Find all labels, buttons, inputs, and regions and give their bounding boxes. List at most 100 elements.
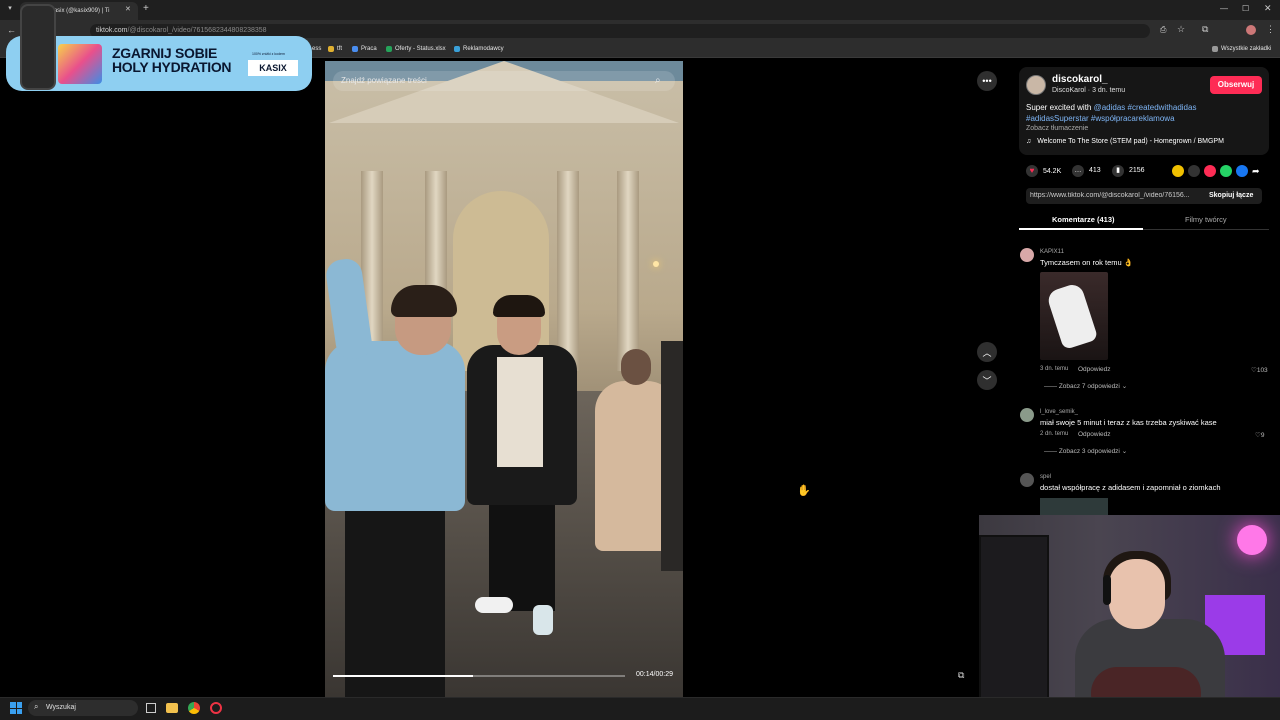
comment-like[interactable]: ♡9 bbox=[1255, 431, 1264, 439]
creator-avatar[interactable] bbox=[1026, 75, 1046, 95]
next-video-button[interactable]: ﹀ bbox=[977, 370, 997, 390]
mini-player-icon[interactable]: ⧉ bbox=[958, 670, 964, 681]
comment-time: 3 dn. temu bbox=[1040, 366, 1069, 372]
comment-avatar[interactable] bbox=[1020, 408, 1034, 422]
comment-like[interactable]: ♡103 bbox=[1251, 366, 1268, 374]
whatsapp-icon[interactable] bbox=[1220, 165, 1232, 177]
streamer-face bbox=[1109, 559, 1165, 629]
share-repost-icon[interactable] bbox=[1172, 165, 1184, 177]
install-icon[interactable]: ⎙ bbox=[1160, 25, 1166, 35]
column bbox=[617, 171, 639, 371]
embed-icon[interactable] bbox=[1188, 165, 1200, 177]
all-bookmarks[interactable]: Wszystkie zakładki bbox=[1212, 46, 1271, 52]
comment-username[interactable]: KAPIX11 bbox=[1040, 249, 1064, 255]
bookmark-oferty[interactable]: Oferty - Status.xlsx bbox=[386, 46, 446, 52]
close-tab-icon[interactable]: ✕ bbox=[125, 5, 131, 13]
active-tab-indicator bbox=[1019, 228, 1143, 230]
profile-avatar[interactable] bbox=[1246, 25, 1256, 35]
video-progress-bar[interactable] bbox=[333, 675, 625, 677]
bookmark-praca[interactable]: Praca bbox=[352, 46, 377, 52]
comment-username[interactable]: spel bbox=[1040, 474, 1051, 480]
bookmark-star-icon[interactable]: ☆ bbox=[1177, 24, 1185, 35]
see-translation-link[interactable]: Zobacz tłumaczenie bbox=[1026, 125, 1088, 132]
comment-avatar[interactable] bbox=[1020, 473, 1034, 487]
search-placeholder: Znajdź powiązane treści bbox=[341, 76, 427, 85]
maximize-button[interactable]: ☐ bbox=[1242, 4, 1249, 13]
column bbox=[557, 171, 579, 371]
mouse-cursor: ✋ bbox=[797, 485, 811, 497]
windows-start-icon[interactable] bbox=[10, 702, 22, 714]
bookmark-icon: ▮ bbox=[1112, 165, 1124, 177]
comment-image[interactable] bbox=[1040, 498, 1108, 515]
previous-video-button[interactable]: ︿ bbox=[977, 342, 997, 362]
tab-creator-videos[interactable]: Filmy twórcy bbox=[1185, 215, 1227, 224]
share-icons: ➦ bbox=[1172, 165, 1260, 177]
bookmark-reklamodawcy[interactable]: Reklamodawcy bbox=[454, 46, 504, 52]
heart-icon: ♥ bbox=[1026, 165, 1038, 177]
ad-headline-line1: ZGARNIJ SOBIE bbox=[112, 45, 218, 61]
bookmark-tft[interactable]: tft bbox=[328, 46, 342, 52]
comment-button[interactable]: … 413 bbox=[1072, 165, 1101, 177]
tab-comments[interactable]: Komentarze (413) bbox=[1052, 215, 1115, 224]
close-window-button[interactable]: ✕ bbox=[1264, 3, 1272, 14]
man1-hair bbox=[391, 285, 457, 317]
sneaker bbox=[475, 597, 513, 613]
street-lamp bbox=[653, 261, 659, 267]
bookmark-icon bbox=[328, 46, 334, 52]
bookmark-label: tft bbox=[337, 46, 343, 52]
comment-text: dostał współpracę z adidasem i zapomniał… bbox=[1040, 483, 1221, 492]
comment-image[interactable] bbox=[1040, 272, 1108, 360]
copy-link-button[interactable]: Skopiuj łącze bbox=[1209, 192, 1253, 199]
chrome-icon[interactable] bbox=[188, 702, 200, 714]
file-explorer-icon[interactable] bbox=[166, 703, 178, 713]
save-button[interactable]: ▮ 2156 bbox=[1112, 165, 1145, 177]
tab-list-button[interactable]: ▾ bbox=[4, 4, 16, 16]
taskbar-search[interactable]: Wyszukaj bbox=[28, 700, 138, 716]
follow-button[interactable]: Obserwuj bbox=[1210, 76, 1262, 94]
task-view-icon[interactable] bbox=[146, 703, 156, 713]
new-tab-button[interactable]: + bbox=[143, 3, 149, 14]
man1-legs bbox=[345, 501, 445, 697]
creator-username[interactable]: discokarol_ bbox=[1052, 74, 1108, 85]
url-host: tiktok.com bbox=[96, 27, 128, 34]
comment-like-count: 9 bbox=[1260, 432, 1265, 439]
video-progress-fill bbox=[333, 675, 474, 677]
search-icon[interactable]: ⌕ bbox=[655, 75, 661, 86]
like-button[interactable]: ♥ 54.2K bbox=[1026, 165, 1061, 177]
bookmark-icon bbox=[352, 46, 358, 52]
comment-like-count: 103 bbox=[1256, 367, 1268, 374]
share-send-icon[interactable] bbox=[1204, 165, 1216, 177]
bookmark-ess[interactable]: ess bbox=[312, 46, 321, 52]
headphones bbox=[1103, 575, 1111, 605]
related-search-input[interactable]: Znajdź powiązane treści bbox=[333, 71, 675, 91]
menu-icon[interactable]: ⋮ bbox=[1266, 24, 1275, 35]
all-bookmarks-label: Wszystkie zakładki bbox=[1221, 46, 1272, 52]
video-player[interactable] bbox=[325, 61, 683, 697]
minimize-button[interactable]: — bbox=[1220, 4, 1228, 13]
more-options-button[interactable]: ••• bbox=[977, 71, 997, 91]
comment-text: Tymczasem on rok temu 👌 bbox=[1040, 258, 1134, 267]
comment-count: 413 bbox=[1088, 167, 1101, 174]
pink-lamp bbox=[1237, 525, 1267, 555]
comment-avatar[interactable] bbox=[1020, 248, 1034, 262]
reply-button[interactable]: Odpowiedz bbox=[1078, 366, 1111, 373]
caption-hashtags[interactable]: @adidas #createdwithadidas bbox=[1094, 103, 1197, 112]
post-caption: Super excited with @adidas #createdwitha… bbox=[1026, 103, 1196, 124]
caption-hashtags[interactable]: #adidasSuperstar #współpracareklamowa bbox=[1026, 114, 1175, 123]
start-tile bbox=[16, 708, 22, 714]
music-row[interactable]: ♫ Welcome To The Store (STEM pad) - Home… bbox=[1026, 138, 1224, 145]
share-arrow-icon[interactable]: ➦ bbox=[1252, 165, 1260, 177]
facebook-icon[interactable] bbox=[1236, 165, 1248, 177]
ad-headline-line2: HOLY HYDRATION bbox=[112, 59, 232, 75]
back-icon[interactable]: ← bbox=[7, 25, 16, 35]
caption-text: Super excited with bbox=[1026, 103, 1094, 112]
product-pack-image bbox=[58, 44, 102, 84]
comment-username[interactable]: l_love_semik_ bbox=[1040, 409, 1078, 415]
view-replies[interactable]: —— Zobacz 7 odpowiedzi ⌄ bbox=[1044, 382, 1127, 390]
app-icon[interactable] bbox=[210, 702, 222, 714]
reply-button[interactable]: Odpowiedz bbox=[1078, 431, 1111, 438]
extensions-icon[interactable]: ⧉ bbox=[1202, 24, 1208, 35]
video-link-text[interactable]: https://www.tiktok.com/@discokarol_/vide… bbox=[1030, 192, 1198, 199]
bottle-image bbox=[20, 4, 56, 90]
view-replies[interactable]: —— Zobacz 3 odpowiedzi ⌄ bbox=[1044, 447, 1127, 455]
